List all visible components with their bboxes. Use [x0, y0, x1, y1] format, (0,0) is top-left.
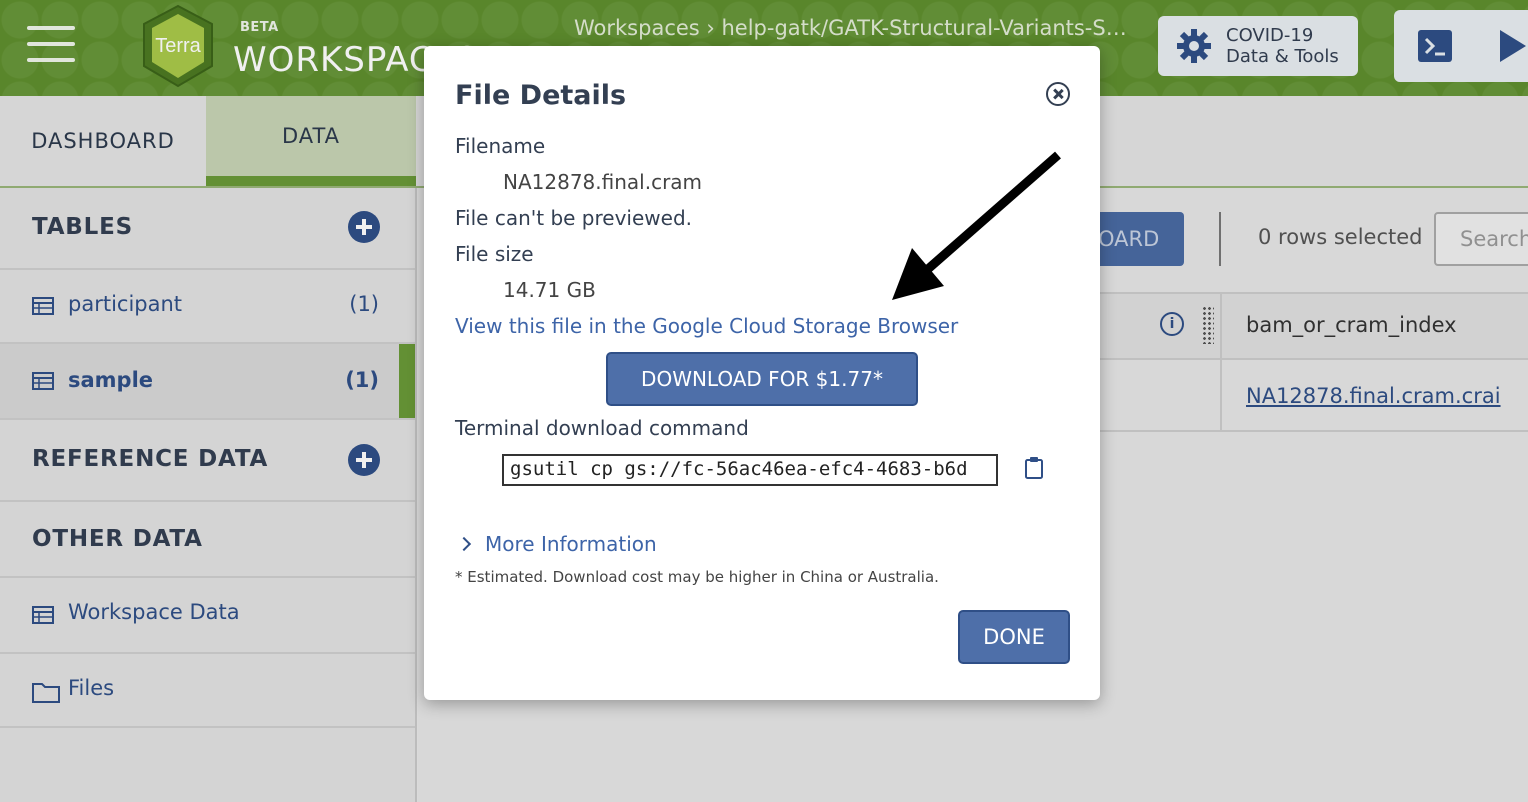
filesize-value: 14.71 GB — [503, 278, 596, 302]
filesize-label: File size — [455, 242, 534, 266]
chevron-right-icon — [456, 536, 472, 552]
download-file-button[interactable]: DOWNLOAD FOR $1.77* — [606, 352, 918, 406]
more-information-toggle[interactable]: More Information — [455, 532, 657, 556]
modal-title: File Details — [455, 80, 627, 111]
terminal-command-label: Terminal download command — [455, 416, 749, 440]
more-information-label: More Information — [485, 532, 657, 556]
file-details-modal: File Details Filename NA12878.final.cram… — [424, 46, 1100, 700]
filename-value: NA12878.final.cram — [503, 170, 703, 194]
gcs-browser-link[interactable]: View this file in the Google Cloud Stora… — [455, 314, 958, 338]
clipboard-icon[interactable] — [1024, 456, 1044, 480]
preview-note: File can't be previewed. — [455, 206, 693, 230]
done-button[interactable]: DONE — [958, 610, 1070, 664]
filename-label: Filename — [455, 134, 546, 158]
cost-footnote: * Estimated. Download cost may be higher… — [455, 568, 939, 586]
close-icon[interactable] — [1046, 82, 1070, 106]
terminal-command-field[interactable]: gsutil cp gs://fc-56ac46ea-efc4-4683-b6d — [502, 454, 998, 486]
